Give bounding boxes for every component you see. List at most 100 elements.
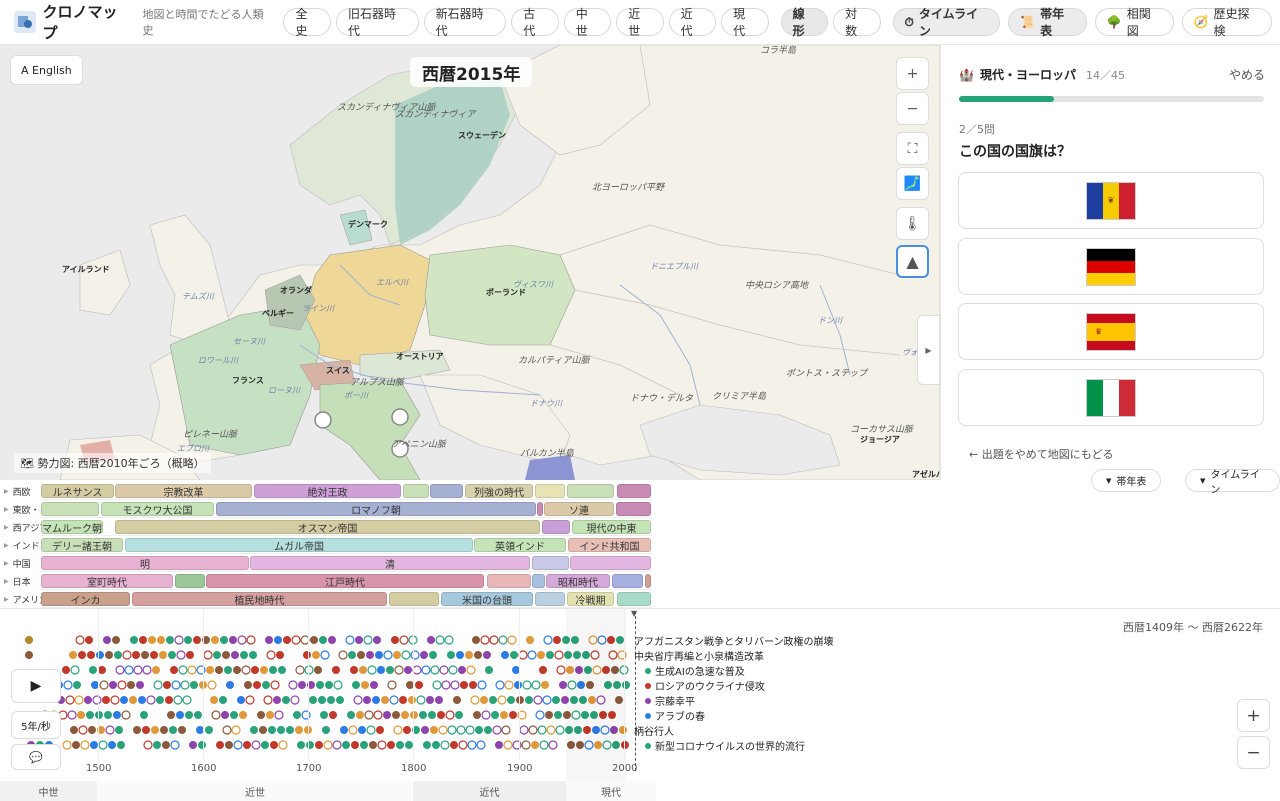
quiz-quit-button[interactable]: やめる <box>1229 66 1265 83</box>
band-segment[interactable]: 英領インド <box>474 538 566 552</box>
era-button-all[interactable]: 全史 <box>283 7 331 38</box>
band-segment[interactable]: デリー諸王朝 <box>41 538 123 552</box>
band-segment[interactable]: 米国の台頭 <box>441 592 533 606</box>
era-label[interactable]: 近世 <box>97 781 413 801</box>
timeline-panel[interactable]: ▼ 西暦1409年 〜 西暦2622年 アフガニスタン戦争とタリバーン政権の崩壊… <box>0 608 1280 801</box>
band-row-label[interactable]: ▶ 日本 <box>0 572 41 590</box>
climate-button[interactable]: 🌡 <box>896 207 929 240</box>
relations-tool-button[interactable]: 🌳 相関図 <box>1094 7 1174 38</box>
event-item[interactable]: ロシアのウクライナ侵攻 <box>645 678 765 693</box>
quiz-back-link[interactable]: ← 出題をやめて地図にもどる <box>969 446 1114 462</box>
band-row[interactable]: デリー諸王朝 ムガル帝国 英領インド インド共和国 ▶ インド <box>0 536 652 554</box>
band-segment[interactable]: 江戸時代 <box>206 574 484 588</box>
band-row-label[interactable]: ▶ 中国 <box>0 554 41 572</box>
band-row-label[interactable]: ▶ 西欧 <box>0 482 41 500</box>
answer-option-4[interactable] <box>958 369 1264 426</box>
japan-map-button[interactable]: 🗾 <box>896 167 929 200</box>
band-segment[interactable]: オスマン帝国 <box>115 520 540 534</box>
band-segment[interactable]: 冷戦期 <box>567 592 614 606</box>
timeline-zoom-in-button[interactable]: + <box>1237 699 1270 732</box>
band-segment[interactable]: インド共和国 <box>568 538 651 552</box>
band-segment[interactable] <box>542 520 570 534</box>
band-segment[interactable] <box>570 556 651 570</box>
band-segment[interactable] <box>487 574 531 588</box>
era-label[interactable]: 現代 <box>566 781 656 801</box>
event-item[interactable]: 新型コロナウイルスの世界的流行 <box>645 738 805 753</box>
era-button-contemporary[interactable]: 現代 <box>721 7 769 38</box>
band-segment[interactable]: ロマノフ朝 <box>216 502 536 516</box>
band-segment[interactable] <box>617 592 651 606</box>
era-button-paleolithic[interactable]: 旧石器時代 <box>335 7 419 38</box>
event-item[interactable]: アフガニスタン戦争とタリバーン政権の崩壊 <box>634 633 834 648</box>
era-label[interactable]: 中世 <box>0 781 97 801</box>
era-button-modern[interactable]: 近代 <box>668 7 717 38</box>
band-segment[interactable] <box>645 574 651 588</box>
band-row[interactable]: 室町時代 江戸時代 昭和時代 ▶ 日本 <box>0 572 652 590</box>
answer-option-1[interactable]: ❦ <box>958 172 1264 229</box>
band-segment[interactable] <box>430 484 463 498</box>
era-button-neolithic[interactable]: 新石器時代 <box>423 7 507 38</box>
era-button-ancient[interactable]: 古代 <box>511 7 559 38</box>
band-chart-tool-button[interactable]: 📜 帯年表 <box>1008 7 1087 38</box>
band-segment[interactable] <box>537 502 543 516</box>
band-segment[interactable]: 清 <box>250 556 530 570</box>
band-row[interactable]: マムルーク朝オスマン帝国 現代の中東 ▶西アジア <box>0 518 652 536</box>
panel-collapse-handle[interactable]: ▶ <box>917 315 940 385</box>
band-row[interactable]: 明清 ▶ 中国 <box>0 554 652 572</box>
band-segment[interactable] <box>616 502 651 516</box>
scale-linear-button[interactable]: 線形 <box>780 7 829 38</box>
zoom-out-button[interactable]: − <box>896 92 929 125</box>
band-segment[interactable]: マムルーク朝 <box>41 520 103 534</box>
band-segment[interactable] <box>532 574 545 588</box>
band-segment[interactable]: 植民地時代 <box>132 592 387 606</box>
event-item[interactable]: アラブの春 <box>645 708 705 723</box>
band-row-label[interactable]: ▶ インド <box>0 536 41 554</box>
event-item[interactable]: 柄谷行人 <box>634 723 674 738</box>
band-segment[interactable] <box>535 484 565 498</box>
era-button-medieval[interactable]: 中世 <box>563 7 612 38</box>
band-segment[interactable] <box>532 556 569 570</box>
band-segment[interactable]: ソ連 <box>544 502 614 516</box>
band-segment[interactable]: 室町時代 <box>41 574 173 588</box>
band-segment[interactable] <box>41 502 99 516</box>
band-segment[interactable]: 昭和時代 <box>546 574 610 588</box>
scale-log-button[interactable]: 対数 <box>833 7 881 38</box>
map-view[interactable]: スカンディナヴィア山脈 スカンディナヴィア スウェーデン 北ヨーロッパ平野 デン… <box>0 45 940 480</box>
band-chart-toggle[interactable]: ▼ 帯年表 <box>1091 469 1162 492</box>
band-segment[interactable]: 宗教改革 <box>115 484 252 498</box>
timeline-tool-button[interactable]: ⏱ タイムライン <box>892 7 1001 38</box>
band-segment[interactable] <box>403 484 429 498</box>
band-segment[interactable]: 現代の中東 <box>572 520 651 534</box>
era-button-early-modern[interactable]: 近世 <box>616 7 664 38</box>
band-row[interactable]: モスクワ大公国ロマノフ朝ソ連 ▶東欧・ロシア <box>0 500 652 518</box>
band-segment[interactable]: 絶対王政 <box>254 484 401 498</box>
english-toggle-button[interactable]: A English <box>10 55 83 85</box>
answer-option-2[interactable] <box>958 238 1264 295</box>
event-item[interactable]: 中央省庁再編と小泉構造改革 <box>634 648 764 663</box>
band-segment[interactable] <box>567 484 614 498</box>
band-segment[interactable]: 列強の時代 <box>465 484 533 498</box>
band-segment[interactable] <box>389 592 439 606</box>
answer-option-3[interactable]: ♛ <box>958 303 1264 360</box>
band-segment[interactable]: インカ <box>41 592 130 606</box>
event-item[interactable]: 宗藤幸平 <box>645 693 695 708</box>
band-segment[interactable]: 明 <box>41 556 249 570</box>
band-segment[interactable] <box>612 574 643 588</box>
band-row-label[interactable]: ▶東欧・ロシア <box>0 500 41 518</box>
band-segment[interactable]: ルネサンス <box>41 484 114 498</box>
zoom-in-button[interactable]: + <box>896 57 929 90</box>
band-segment[interactable] <box>175 574 205 588</box>
play-button[interactable]: ▶ <box>11 669 61 703</box>
speed-selector[interactable]: 5年/秒 <box>11 711 61 739</box>
band-segment[interactable]: ムガル帝国 <box>125 538 473 552</box>
band-segment[interactable]: モスクワ大公国 <box>101 502 214 516</box>
event-item[interactable]: 生成AIの急速な普及 <box>645 663 745 678</box>
band-segment[interactable] <box>617 484 651 498</box>
band-row[interactable]: ルネサンス 宗教改革 絶対王政 列強の時代 ▶ 西欧 <box>0 482 652 500</box>
explore-tool-button[interactable]: 🧭 歴史探検 <box>1181 7 1272 38</box>
chat-button[interactable]: 💬 <box>11 744 61 770</box>
band-segment[interactable] <box>535 592 565 606</box>
band-row[interactable]: インカ植民地時代 米国の台頭 冷戦期 ▶アメリカ大陸 <box>0 590 652 608</box>
terrain-button[interactable]: ▲ <box>896 245 929 278</box>
timeline-toggle[interactable]: ▼ タイムライン <box>1185 469 1280 496</box>
